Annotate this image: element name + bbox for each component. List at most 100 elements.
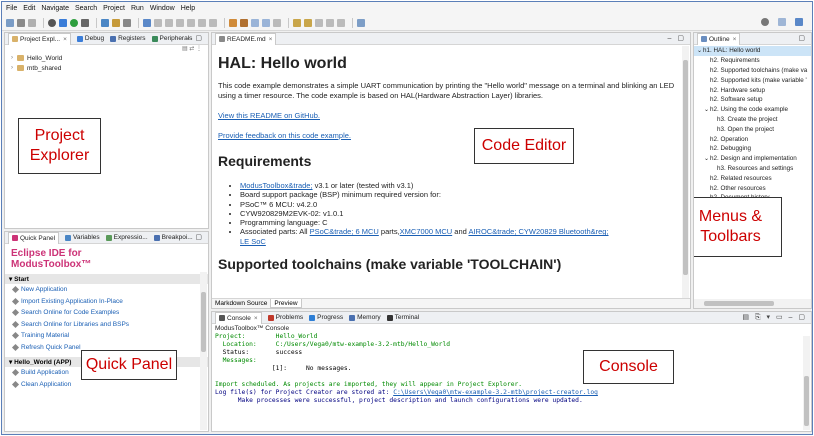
- tab-preview[interactable]: Preview: [270, 299, 302, 308]
- outline-item[interactable]: h2. Supported kits (make variable ': [694, 75, 811, 85]
- feedback-link[interactable]: Provide feedback on this code example.: [218, 131, 351, 140]
- outline-item[interactable]: h2. Hardware setup: [694, 85, 811, 95]
- suspend-icon[interactable]: [198, 18, 206, 27]
- tab-expressions[interactable]: Expressio...: [105, 234, 148, 241]
- close-icon[interactable]: ×: [269, 36, 273, 43]
- tab-outline[interactable]: Outline ×: [697, 33, 741, 45]
- menu-item-project[interactable]: Project: [103, 5, 125, 12]
- terminal-icon[interactable]: [143, 18, 151, 27]
- show-whitespace-icon[interactable]: [262, 18, 270, 27]
- menu-item-edit[interactable]: Edit: [23, 5, 35, 12]
- scrollbar-thumb[interactable]: [704, 301, 774, 306]
- outline-item[interactable]: ⌄ h2. Using the code example: [694, 105, 811, 115]
- step-into-icon[interactable]: [154, 18, 162, 27]
- quick-panel-link[interactable]: New Application: [5, 284, 208, 296]
- last-edit-icon[interactable]: [315, 18, 323, 27]
- menu-item-navigate[interactable]: Navigate: [41, 5, 69, 12]
- step-return-icon[interactable]: [176, 18, 184, 27]
- outline-item[interactable]: ⌄ h2. Design and implementation: [694, 154, 811, 164]
- toggle-mark-icon[interactable]: [251, 18, 259, 27]
- editor-scrollbar[interactable]: [682, 46, 689, 298]
- minimize-maximize-icon[interactable]: – ▢: [668, 34, 686, 42]
- open-folder-icon[interactable]: [112, 18, 120, 27]
- tab-terminal[interactable]: Terminal: [386, 314, 419, 321]
- outline-item[interactable]: h2. Requirements: [694, 56, 811, 66]
- quick-panel-link[interactable]: Import Existing Application In-Place: [5, 296, 208, 308]
- cpp-perspective-icon[interactable]: [795, 18, 803, 26]
- menu-item-run[interactable]: Run: [131, 5, 144, 12]
- tree-item[interactable]: › mtb_shared: [5, 63, 208, 73]
- quick-panel-link[interactable]: Clean Application: [5, 379, 208, 391]
- tab-console[interactable]: Console ×: [215, 312, 262, 324]
- scrollbar-thumb[interactable]: [683, 60, 688, 275]
- terminate-icon[interactable]: [209, 18, 217, 27]
- link-editor-icon[interactable]: ⇄: [189, 46, 194, 52]
- quick-panel-link[interactable]: Search Online for Libraries and BSPs: [5, 319, 208, 331]
- outline-item[interactable]: h2. Debugging: [694, 144, 811, 154]
- outline-item[interactable]: h2. Operation: [694, 134, 811, 144]
- outline-item[interactable]: h3. Open the project: [694, 124, 811, 134]
- tab-quick-panel[interactable]: Quick Panel: [8, 232, 60, 244]
- xmc7000-link[interactable]: XMC7000 MCU: [400, 227, 453, 236]
- tree-item[interactable]: › Hello_World: [5, 53, 208, 63]
- outline-item[interactable]: h2. Supported toolchains (make va: [694, 66, 811, 76]
- step-over-icon[interactable]: [165, 18, 173, 27]
- tab-project-explorer[interactable]: Project Expl... ×: [8, 33, 71, 45]
- tab-debug[interactable]: Debug: [76, 35, 104, 42]
- quick-panel-scrollbar[interactable]: [200, 272, 207, 430]
- back-icon[interactable]: [326, 18, 334, 27]
- prev-annotation-icon[interactable]: [304, 18, 312, 27]
- console-scrollbar[interactable]: [803, 336, 810, 430]
- tab-registers[interactable]: Registers: [110, 35, 146, 42]
- minimize-maximize-icon[interactable]: ▢: [798, 34, 807, 42]
- menu-item-window[interactable]: Window: [150, 5, 175, 12]
- open-console-icon[interactable]: [357, 18, 365, 27]
- next-annotation-icon[interactable]: [293, 18, 301, 27]
- quick-panel-section-start[interactable]: ▾ Start: [5, 274, 208, 284]
- view-menu-icon[interactable]: ⋮: [196, 46, 202, 52]
- quick-panel-link[interactable]: Search Online for Code Examples: [5, 307, 208, 319]
- minimize-maximize-icon[interactable]: ▢: [195, 233, 204, 241]
- run-icon[interactable]: [70, 18, 78, 27]
- outline-item[interactable]: h3. Resources and settings: [694, 164, 811, 174]
- outline-item[interactable]: h2. Software setup: [694, 95, 811, 105]
- close-icon[interactable]: ×: [254, 315, 258, 322]
- build-config-icon[interactable]: [229, 18, 237, 27]
- menu-item-file[interactable]: File: [6, 5, 17, 12]
- tab-progress[interactable]: Progress: [309, 314, 343, 321]
- new-icon[interactable]: [6, 18, 14, 27]
- le-soc-link[interactable]: LE SoC: [240, 237, 266, 246]
- save-all-icon[interactable]: [28, 18, 36, 27]
- outline-h-scrollbar[interactable]: [694, 299, 811, 308]
- external-tools-icon[interactable]: [81, 18, 89, 27]
- new-project-icon[interactable]: [101, 18, 109, 27]
- resume-icon[interactable]: [187, 18, 195, 27]
- tab-breakpoints[interactable]: Breakpoi...: [153, 234, 193, 241]
- tab-readme[interactable]: README.md ×: [215, 33, 277, 45]
- forward-icon[interactable]: [337, 18, 345, 27]
- github-link[interactable]: View this README on GitHub.: [218, 111, 320, 120]
- modustoolbox-link[interactable]: ModusToolbox&trade;: [240, 181, 313, 190]
- toggle-breakpoint-icon[interactable]: [240, 18, 248, 27]
- build-icon[interactable]: [48, 18, 56, 27]
- outline-item[interactable]: h2. Other resources: [694, 183, 811, 193]
- log-file-link[interactable]: C:\Users\Vega0\mtw-example-3.2-mtb\proje…: [393, 389, 598, 396]
- tab-memory[interactable]: Memory: [349, 314, 381, 321]
- search-icon[interactable]: [761, 18, 769, 26]
- airoc-link[interactable]: AIROC&trade; CYW20829 Bluetooth&reg;: [468, 227, 608, 236]
- tab-markdown-source[interactable]: Markdown Source: [212, 299, 270, 308]
- psoc6-link[interactable]: PSoC&trade; 6 MCU: [310, 227, 379, 236]
- menu-item-search[interactable]: Search: [75, 5, 97, 12]
- close-icon[interactable]: ×: [733, 36, 737, 43]
- console-toolbar-icons[interactable]: ▤ ⎘ ▾ ▭ – ▢: [742, 313, 807, 322]
- tab-problems[interactable]: Problems: [267, 314, 303, 321]
- menu-item-help[interactable]: Help: [181, 5, 195, 12]
- scrollbar-thumb[interactable]: [201, 292, 206, 352]
- close-icon[interactable]: ×: [63, 36, 67, 43]
- quick-panel-link[interactable]: Training Material: [5, 330, 208, 342]
- block-select-icon[interactable]: [273, 18, 281, 27]
- open-perspective-icon[interactable]: [778, 18, 786, 26]
- outline-item[interactable]: h3. Create the project: [694, 115, 811, 125]
- collapse-all-icon[interactable]: ▤: [182, 46, 188, 52]
- tab-variables[interactable]: Variables: [65, 234, 100, 241]
